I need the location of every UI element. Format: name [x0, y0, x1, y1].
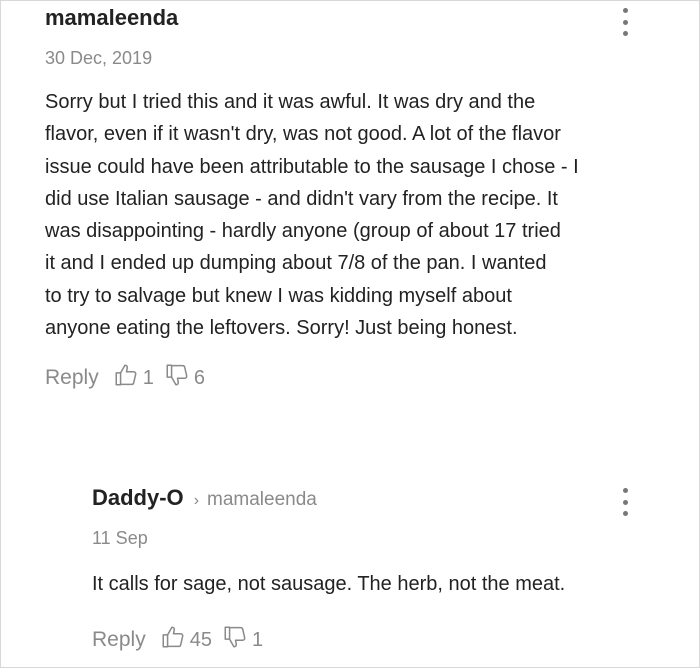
chevron-right-icon: › — [193, 492, 200, 509]
kebab-menu-icon[interactable] — [621, 488, 629, 516]
thumbs-up-icon — [160, 624, 186, 656]
comment-body-line: issue could have been attributable to th… — [45, 155, 579, 178]
like-count: 45 — [189, 628, 212, 651]
comment-body-line: to try to salvage but knew I was kidding… — [45, 284, 512, 307]
comment: mamaleenda 30 Dec, 2019 Sorry but I trie… — [45, 4, 655, 394]
comment-body-line: it and I ended up dumping about 7/8 of t… — [45, 252, 547, 275]
reply-to: › mamaleenda — [194, 489, 317, 511]
comment-body-line: anyone eating the leftovers. Sorry! Just… — [45, 317, 518, 340]
comment-body-line: was disappointing - hardly anyone (group… — [45, 220, 561, 243]
like-count: 1 — [142, 366, 154, 389]
comment-body-line: did use Italian sausage - and didn't var… — [45, 187, 558, 210]
reply-button[interactable]: Reply — [45, 366, 99, 390]
reply-comment: Daddy-O › mamaleenda 11 Sep It calls for… — [92, 484, 652, 656]
like-button[interactable]: 45 — [160, 624, 212, 656]
reply-to-author[interactable]: mamaleenda — [207, 489, 317, 511]
thumbs-down-icon — [222, 624, 248, 656]
comment-body: Sorry but I tried this and it was awful.… — [45, 86, 655, 344]
comment-body-line: Sorry but I tried this and it was awful.… — [45, 91, 536, 113]
dislike-count: 6 — [193, 366, 205, 389]
comment-body: It calls for sage, not sausage. The herb… — [92, 573, 566, 595]
reply-button[interactable]: Reply — [92, 628, 146, 652]
thumbs-up-icon — [113, 362, 139, 394]
like-button[interactable]: 1 — [113, 362, 154, 394]
dislike-button[interactable]: 6 — [164, 362, 205, 394]
reply-header: Daddy-O › mamaleenda — [92, 484, 652, 512]
thumbs-down-icon — [164, 362, 190, 394]
kebab-menu-icon[interactable] — [621, 8, 629, 36]
dislike-button[interactable]: 1 — [222, 624, 263, 656]
comment-body-line: flavor, even if it wasn't dry, was not g… — [45, 123, 561, 146]
comment-author[interactable]: mamaleenda — [45, 4, 655, 32]
comment-author[interactable]: Daddy-O — [92, 484, 184, 512]
comment-date: 11 Sep — [92, 528, 148, 548]
comment-actions: Reply 1 6 — [45, 362, 655, 394]
comment-actions: Reply 45 1 — [92, 624, 652, 656]
comment-date: 30 Dec, 2019 — [45, 48, 153, 68]
dislike-count: 1 — [251, 628, 264, 651]
